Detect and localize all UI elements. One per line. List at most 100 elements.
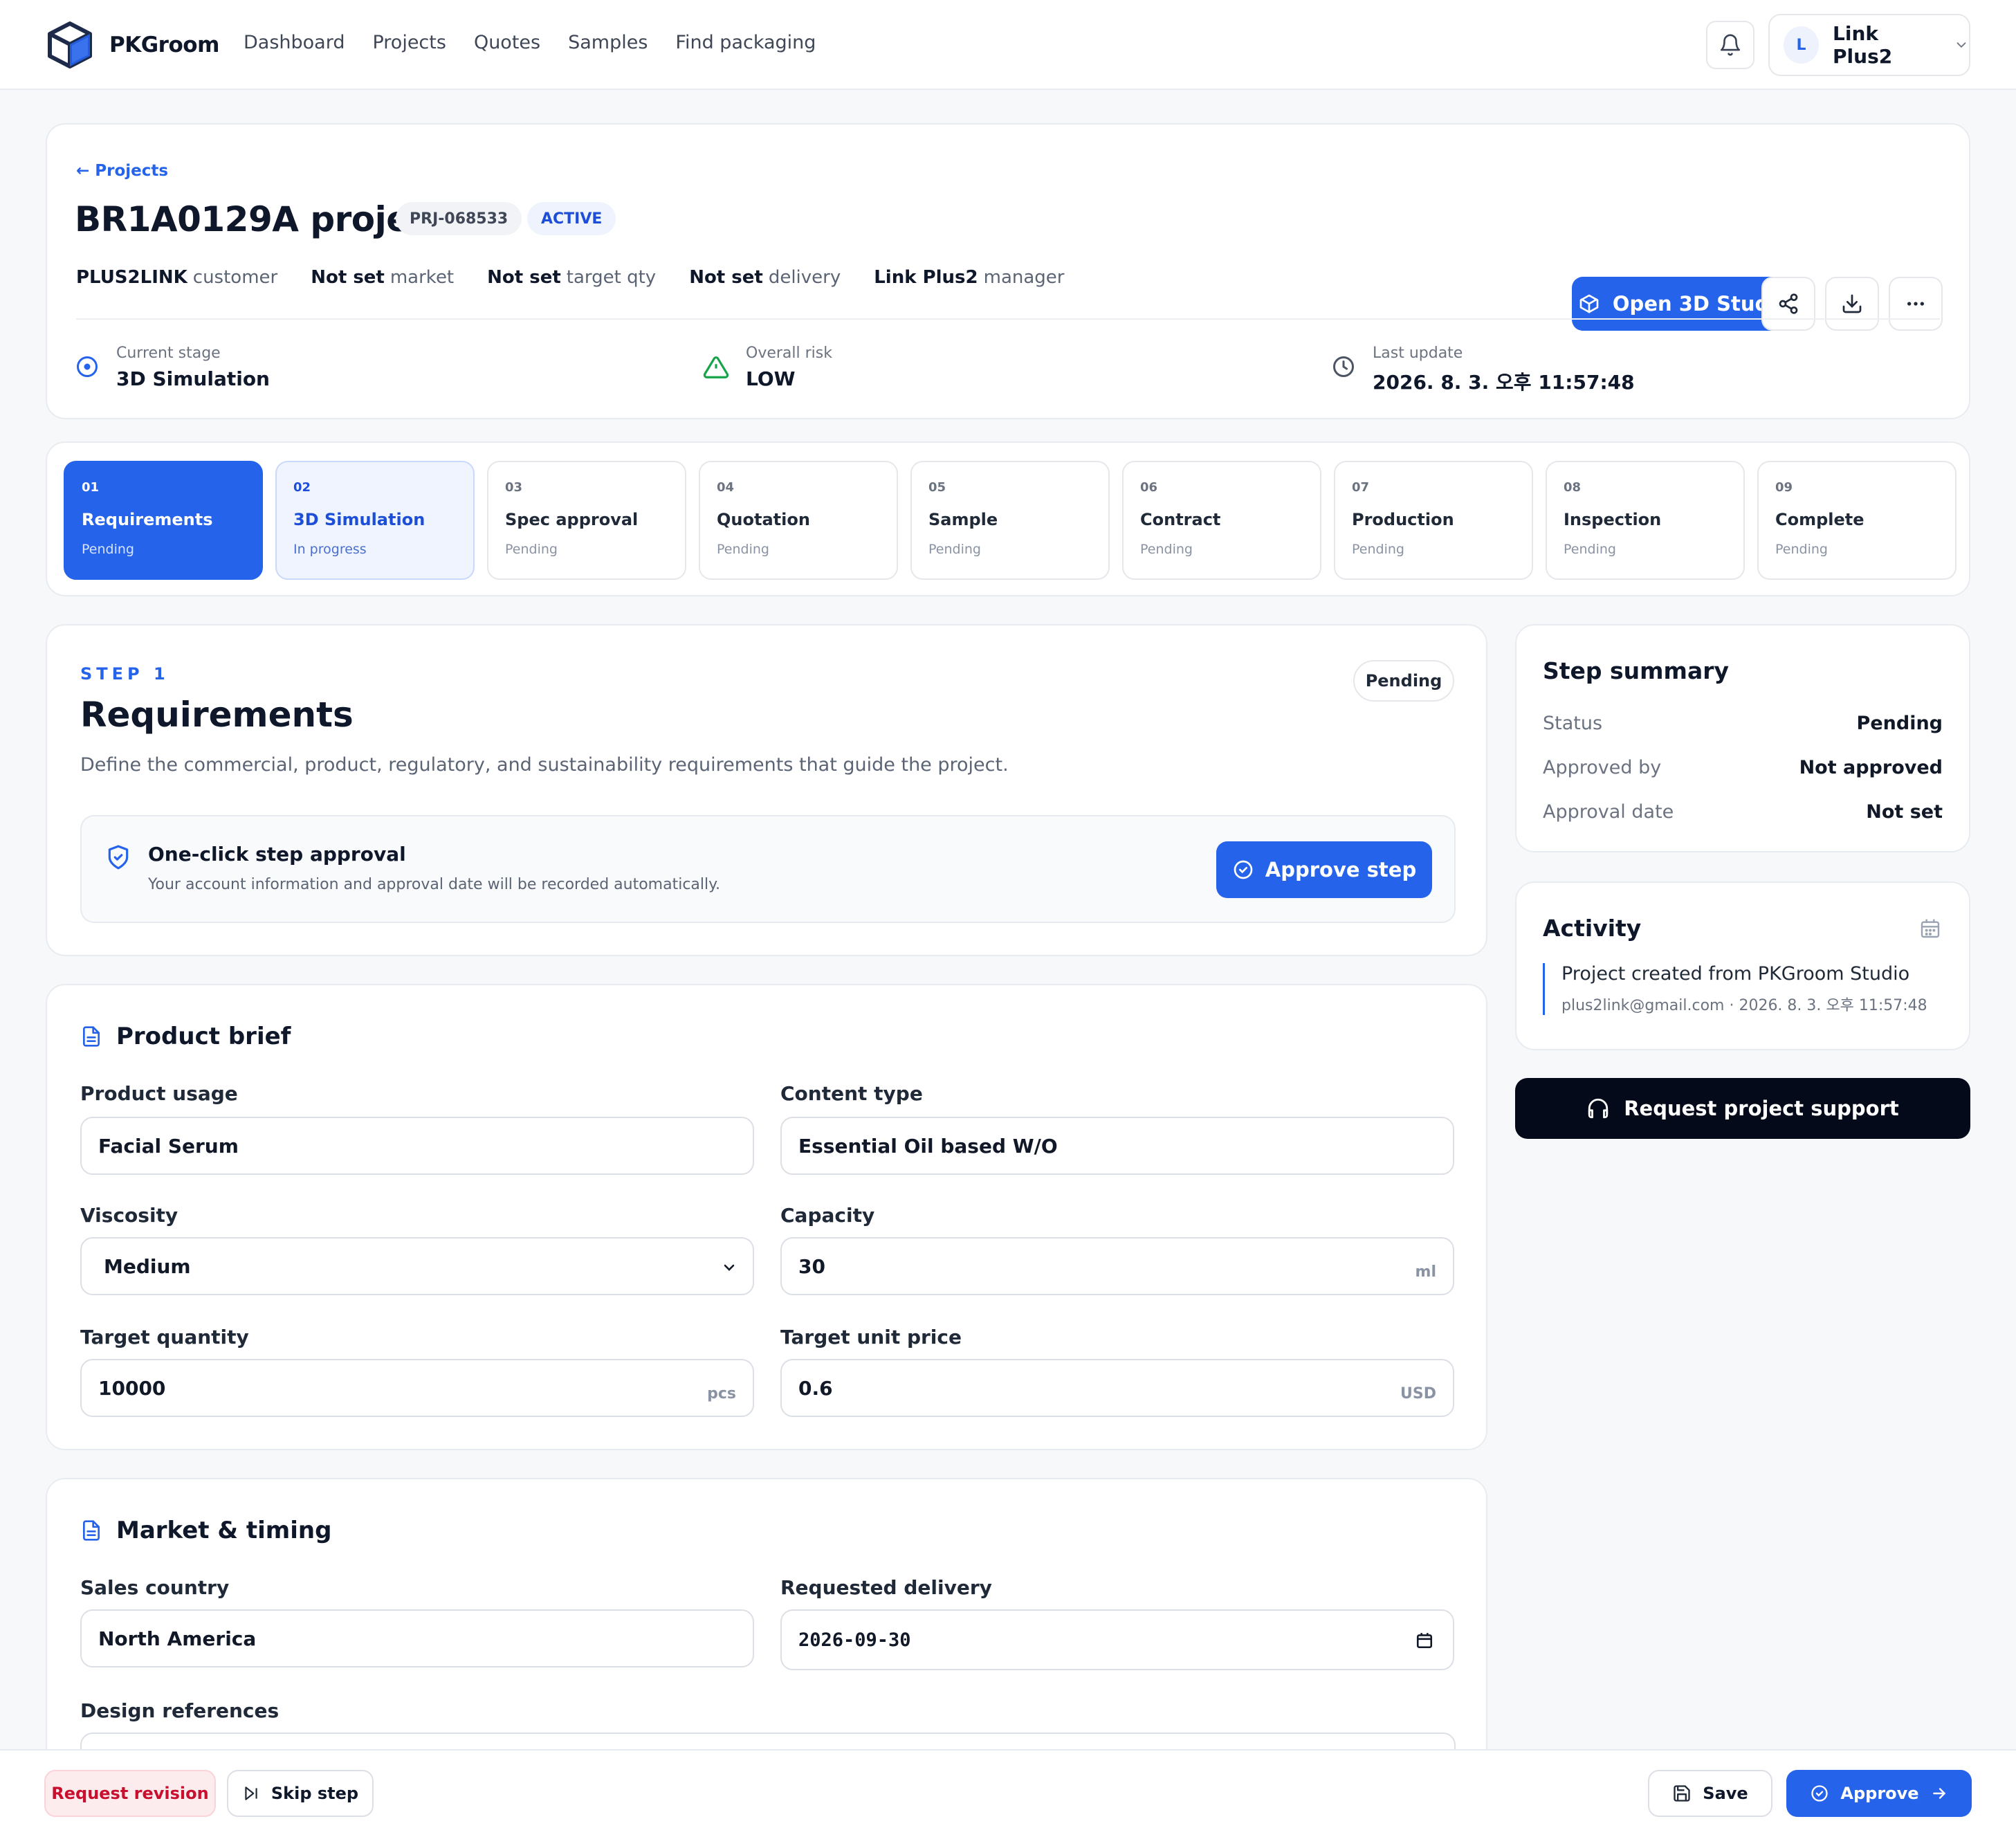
document-icon: [80, 1025, 102, 1048]
step-number: 07: [1352, 480, 1370, 495]
summary-value: Not approved: [1799, 757, 1943, 778]
step-name: Quotation: [717, 510, 810, 529]
nav-link-dashboard[interactable]: Dashboard: [244, 32, 345, 53]
back-to-projects-link[interactable]: ← Projects: [76, 162, 168, 180]
content-type-label: Content type: [780, 1082, 923, 1105]
request-project-support-button[interactable]: Request project support: [1515, 1078, 1970, 1139]
step-number: 08: [1564, 480, 1582, 495]
nav-link-find-packaging[interactable]: Find packaging: [675, 32, 816, 53]
product-usage-label: Product usage: [80, 1082, 238, 1105]
one-click-approval-panel: One-click step approval Your account inf…: [80, 815, 1456, 923]
clock-icon: [1331, 354, 1356, 379]
download-button[interactable]: [1825, 277, 1879, 331]
step-contract[interactable]: 06 Contract Pending: [1122, 461, 1321, 580]
box-icon: [1578, 293, 1600, 315]
nav-link-projects[interactable]: Projects: [372, 32, 446, 53]
nav-link-quotes[interactable]: Quotes: [474, 32, 540, 53]
check-circle-icon: [1232, 859, 1254, 881]
target-unit-price-input[interactable]: 0.6 USD: [780, 1359, 1454, 1417]
section-title: Market & timing: [80, 1517, 331, 1544]
summary-row-approved-by: Approved by Not approved: [1543, 757, 1943, 778]
stat-value: 2026. 8. 3. 오후 11:57:48: [1373, 371, 1635, 394]
summary-value: Not set: [1866, 801, 1943, 823]
field-value: North America: [98, 1627, 257, 1650]
status-badge: ACTIVE: [527, 202, 616, 235]
calendar-icon[interactable]: [1415, 1632, 1433, 1649]
project-stepper: 01 Requirements Pending 02 3D Simulation…: [46, 441, 1970, 596]
bottom-action-bar: Request revision Skip step Save Approve: [0, 1749, 2016, 1828]
project-code-badge: PRJ-068533: [396, 202, 522, 235]
requirements-card: STEP 1 Requirements Define the commercia…: [46, 624, 1487, 956]
step-complete[interactable]: 09 Complete Pending: [1757, 461, 1957, 580]
step-requirements[interactable]: 01 Requirements Pending: [64, 461, 263, 580]
section-title-text: Market & timing: [116, 1517, 332, 1544]
step-production[interactable]: 07 Production Pending: [1334, 461, 1533, 580]
project-header-card: ← Projects BR1A0129A project PRJ-068533 …: [46, 123, 1970, 419]
step-name: Production: [1352, 510, 1454, 529]
target-unit-price-label: Target unit price: [780, 1326, 962, 1349]
step-inspection[interactable]: 08 Inspection Pending: [1546, 461, 1745, 580]
summary-value: Pending: [1856, 713, 1943, 734]
brand-logo[interactable]: PKGroom: [46, 21, 219, 69]
product-brief-card: Product brief Product usage Facial Serum…: [46, 984, 1487, 1450]
nav-link-samples[interactable]: Samples: [568, 32, 648, 53]
activity-item: Project created from PKGroom Studio plus…: [1543, 963, 1927, 1015]
section-title-text: Product brief: [116, 1023, 291, 1050]
share-button[interactable]: [1761, 277, 1815, 331]
activity-text: Project created from PKGroom Studio: [1561, 963, 1910, 985]
step-spec-approval[interactable]: 03 Spec approval Pending: [487, 461, 686, 580]
notifications-button[interactable]: [1706, 21, 1754, 69]
share-icon: [1777, 293, 1799, 315]
sales-country-input[interactable]: North America: [80, 1609, 754, 1667]
meta-target-qty: Not set target qty: [487, 267, 657, 288]
activity-meta: plus2link@gmail.com · 2026. 8. 3. 오후 11:…: [1561, 997, 1927, 1014]
step-status: Pending: [1352, 542, 1404, 557]
step-number: 03: [505, 480, 523, 495]
top-navigation: PKGroom Dashboard Projects Quotes Sample…: [0, 0, 2016, 90]
product-usage-input[interactable]: Facial Serum: [80, 1117, 754, 1175]
avatar: L: [1784, 26, 1820, 64]
arrow-right-icon: [1930, 1784, 1948, 1802]
unit-suffix: USD: [1400, 1385, 1436, 1402]
user-menu-button[interactable]: L Link Plus2: [1768, 14, 1970, 76]
target-quantity-input[interactable]: 10000 pcs: [80, 1359, 754, 1417]
main-nav: Dashboard Projects Quotes Samples Find p…: [244, 32, 816, 53]
stat-value: 3D Simulation: [116, 367, 270, 390]
summary-key: Approved by: [1543, 757, 1662, 778]
step-number: 05: [928, 480, 946, 495]
shield-check-icon: [105, 844, 131, 870]
skip-step-label: Skip step: [271, 1784, 359, 1803]
summary-key: Status: [1543, 713, 1603, 734]
summary-row-approval-date: Approval date Not set: [1543, 801, 1943, 823]
step-sample[interactable]: 05 Sample Pending: [910, 461, 1110, 580]
stat-label: Overall risk: [746, 345, 832, 362]
content-type-input[interactable]: Essential Oil based W/O: [780, 1117, 1454, 1175]
step-quotation[interactable]: 04 Quotation Pending: [699, 461, 898, 580]
calendar-icon[interactable]: [1919, 917, 1941, 940]
capacity-input[interactable]: 30 ml: [780, 1237, 1454, 1295]
approve-step-button[interactable]: Approve step: [1216, 841, 1432, 898]
field-value: 10000: [98, 1376, 166, 1400]
requested-delivery-date-input[interactable]: 2026-09-30: [780, 1609, 1454, 1670]
target-icon: [75, 354, 100, 379]
sales-country-label: Sales country: [80, 1576, 230, 1599]
field-value: 30: [798, 1254, 825, 1278]
step-name: Contract: [1140, 510, 1221, 529]
stat-label: Last update: [1373, 345, 1463, 362]
request-revision-button[interactable]: Request revision: [44, 1770, 216, 1817]
step-status-badge: Pending: [1353, 660, 1454, 702]
meta-manager: Link Plus2 manager: [874, 267, 1065, 288]
capacity-label: Capacity: [780, 1204, 875, 1227]
skip-step-button[interactable]: Skip step: [227, 1770, 374, 1817]
step-3d-simulation[interactable]: 02 3D Simulation In progress: [275, 461, 475, 580]
save-button[interactable]: Save: [1648, 1770, 1772, 1817]
viscosity-select[interactable]: Medium: [80, 1237, 754, 1295]
more-options-button[interactable]: [1889, 277, 1943, 331]
brand-name: PKGroom: [109, 33, 219, 57]
section-description: Define the commercial, product, regulato…: [80, 754, 1009, 776]
viscosity-label: Viscosity: [80, 1204, 178, 1227]
approve-button[interactable]: Approve: [1786, 1770, 1972, 1817]
meta-market: Not set market: [311, 267, 455, 288]
field-value: Essential Oil based W/O: [798, 1134, 1058, 1158]
save-icon: [1672, 1784, 1692, 1803]
